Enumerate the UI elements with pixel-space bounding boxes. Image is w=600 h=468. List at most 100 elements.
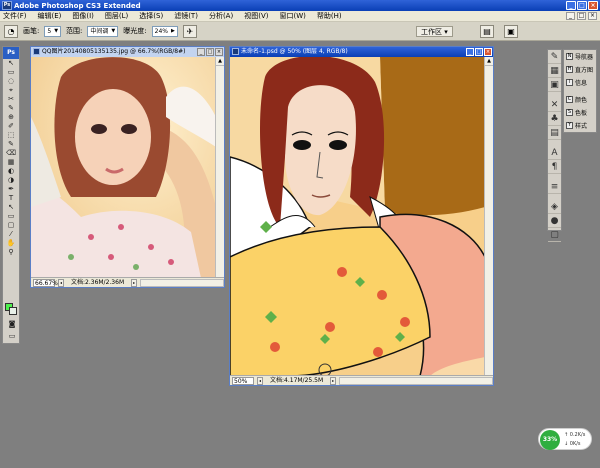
doc-maximize-button[interactable]: □ bbox=[475, 48, 483, 56]
upload-speed: ↑ 0.2K/s bbox=[564, 432, 586, 438]
history-brush-tool-icon[interactable]: ✎ bbox=[3, 140, 19, 149]
menu-image[interactable]: 图像(I) bbox=[72, 11, 94, 21]
airbrush-toggle-icon[interactable]: ✈ bbox=[182, 24, 197, 38]
doc-close-button[interactable]: × bbox=[588, 12, 597, 20]
lasso-tool-icon[interactable]: ◌ bbox=[3, 77, 19, 86]
toolbox-ps-logo[interactable]: Ps bbox=[3, 47, 19, 59]
brushes-panel-icon[interactable]: ✎ bbox=[548, 50, 561, 64]
notes-panel-icon[interactable]: ≡ bbox=[548, 180, 561, 194]
close-button[interactable]: × bbox=[588, 1, 598, 10]
quick-mask-icon[interactable]: ◙ bbox=[4, 320, 20, 329]
tool-presets-icon[interactable]: ▦ bbox=[548, 64, 561, 78]
eyedropper-tool-icon[interactable]: ✎ bbox=[3, 104, 19, 113]
scroll-up-icon[interactable]: ▲ bbox=[485, 57, 493, 66]
styles-panel-tab[interactable]: Y 样式 bbox=[564, 119, 596, 132]
actions-panel-icon[interactable]: ♣ bbox=[548, 112, 561, 126]
path-selection-tool-icon[interactable]: ↖ bbox=[3, 203, 19, 212]
pen-tool-icon[interactable]: ✒ bbox=[3, 185, 19, 194]
network-speed-widget[interactable]: 33% ↑ 0.2K/s ↓ 0K/s bbox=[538, 428, 592, 450]
range-select[interactable]: 中间调 ▼ bbox=[87, 25, 119, 37]
zoom-tool-icon[interactable]: ⚲ bbox=[3, 248, 19, 257]
histogram-panel-tab[interactable]: H 直方图 bbox=[564, 63, 596, 76]
photo-canvas[interactable] bbox=[31, 57, 216, 278]
magic-wand-tool-icon[interactable]: ⌖ bbox=[3, 86, 19, 95]
navigator-panel-tab[interactable]: N 导航器 bbox=[564, 50, 596, 63]
eyedropper2-tool-icon[interactable]: ⁄ bbox=[3, 230, 19, 239]
status-nav-icon[interactable]: ◂ bbox=[58, 278, 64, 287]
maximize-button[interactable]: □ bbox=[577, 1, 587, 10]
info-panel-tab[interactable]: i 信息 bbox=[564, 76, 596, 89]
background-color-swatch[interactable] bbox=[9, 307, 17, 315]
paths-panel-icon[interactable]: ▢ bbox=[548, 228, 561, 242]
menu-file[interactable]: 文件(F) bbox=[3, 11, 27, 21]
menu-edit[interactable]: 编辑(E) bbox=[38, 11, 62, 21]
notes-tool-icon[interactable]: ▢ bbox=[3, 221, 19, 230]
scroll-up-icon[interactable]: ▲ bbox=[216, 57, 224, 66]
gradient-tool-icon[interactable]: ▦ bbox=[3, 158, 19, 167]
document-window-buttons: _ □ × bbox=[197, 48, 223, 56]
horizontal-scrollbar[interactable] bbox=[339, 376, 493, 385]
eraser-tool-icon[interactable]: ⌫ bbox=[3, 149, 19, 158]
status-menu-icon[interactable]: ▸ bbox=[330, 376, 337, 385]
document-title-painting[interactable]: 未命名-1.psd @ 50% (图层 4, RGB/8) _ □ × bbox=[230, 47, 493, 57]
shape-tool-icon[interactable]: ▭ bbox=[3, 212, 19, 221]
screen-mode-icon[interactable]: ▭ bbox=[4, 332, 20, 341]
doc-minimize-button[interactable]: _ bbox=[197, 48, 205, 56]
doc-close-button[interactable]: × bbox=[215, 48, 223, 56]
marquee-tool-icon[interactable]: ▭ bbox=[3, 68, 19, 77]
paragraph-panel-icon[interactable]: ¶ bbox=[548, 160, 561, 174]
painting-canvas[interactable] bbox=[230, 57, 485, 376]
doc-minimize-button[interactable]: _ bbox=[466, 48, 474, 56]
zoom-field[interactable]: 66.67% bbox=[33, 278, 58, 287]
exposure-field[interactable]: 24% ▶ bbox=[151, 25, 178, 37]
workspace-button[interactable]: 工作区 ▾ bbox=[416, 26, 453, 37]
tools-panel-icon[interactable]: ✕ bbox=[548, 98, 561, 112]
menu-analysis[interactable]: 分析(A) bbox=[209, 11, 233, 21]
menu-filter[interactable]: 滤镜(T) bbox=[174, 11, 198, 21]
tool-preset-icon[interactable]: ◔ bbox=[4, 24, 18, 38]
zoom-field[interactable]: 50% bbox=[232, 376, 254, 385]
menu-select[interactable]: 选择(S) bbox=[139, 11, 163, 21]
color-panel-tab[interactable]: C 颜色 bbox=[564, 93, 596, 106]
swatches-panel-tab[interactable]: S 色板 bbox=[564, 106, 596, 119]
menu-help[interactable]: 帮助(H) bbox=[317, 11, 342, 21]
document-window-photo[interactable]: QQ图片20140805135135.jpg @ 66.7%(RGB/8#) _… bbox=[30, 46, 225, 288]
minimize-button[interactable]: _ bbox=[566, 1, 576, 10]
status-nav-icon[interactable]: ◂ bbox=[257, 376, 263, 385]
brush-tool-icon[interactable]: ✐ bbox=[3, 122, 19, 131]
channels-panel-icon[interactable]: ● bbox=[548, 214, 561, 228]
menu-window[interactable]: 窗口(W) bbox=[279, 11, 305, 21]
status-menu-icon[interactable]: ▸ bbox=[131, 278, 138, 287]
hand-tool-icon[interactable]: ✋ bbox=[3, 239, 19, 248]
chevron-right-icon: ▶ bbox=[170, 27, 175, 34]
doc-maximize-button[interactable]: □ bbox=[206, 48, 214, 56]
panel-label: 直方图 bbox=[575, 67, 594, 74]
doc-close-button[interactable]: × bbox=[484, 48, 492, 56]
type-tool-icon[interactable]: T bbox=[3, 194, 19, 203]
blur-tool-icon[interactable]: ◐ bbox=[3, 167, 19, 176]
photo-vertical-scrollbar[interactable]: ▲ bbox=[215, 57, 224, 278]
brush-size-picker[interactable]: 5 ▼ bbox=[44, 25, 62, 37]
healing-tool-icon[interactable]: ⊕ bbox=[3, 113, 19, 122]
dodge-tool-icon[interactable]: ◑ bbox=[3, 176, 19, 185]
history-panel-icon[interactable]: ▤ bbox=[548, 126, 561, 140]
layer-comps-icon[interactable]: ▣ bbox=[548, 78, 561, 92]
clone-stamp-tool-icon[interactable]: ⬚ bbox=[3, 131, 19, 140]
doc-restore-button[interactable]: □ bbox=[577, 12, 586, 20]
document-title-text: QQ图片20140805135135.jpg @ 66.7%(RGB/8#) bbox=[42, 48, 186, 55]
layers-panel-icon[interactable]: ◈ bbox=[548, 200, 561, 214]
palette-well-icon[interactable]: ▣ bbox=[504, 25, 518, 38]
bridge-icon[interactable]: ▤ bbox=[480, 25, 494, 38]
move-tool-icon[interactable]: ↖ bbox=[3, 59, 19, 68]
document-window-painting[interactable]: 未命名-1.psd @ 50% (图层 4, RGB/8) _ □ × ▲ 50… bbox=[229, 46, 494, 386]
doc-minimize-button[interactable]: _ bbox=[566, 12, 575, 20]
photo-image bbox=[31, 57, 216, 278]
document-title-photo[interactable]: QQ图片20140805135135.jpg @ 66.7%(RGB/8#) _… bbox=[31, 47, 224, 57]
menu-layer[interactable]: 图层(L) bbox=[105, 11, 128, 21]
options-right-icons: ▤ ▣ bbox=[480, 25, 518, 38]
horizontal-scrollbar[interactable] bbox=[140, 278, 224, 287]
painting-vertical-scrollbar[interactable]: ▲ bbox=[484, 57, 493, 376]
character-panel-icon[interactable]: A bbox=[548, 146, 561, 160]
menu-view[interactable]: 视图(V) bbox=[244, 11, 268, 21]
crop-tool-icon[interactable]: ✂ bbox=[3, 95, 19, 104]
